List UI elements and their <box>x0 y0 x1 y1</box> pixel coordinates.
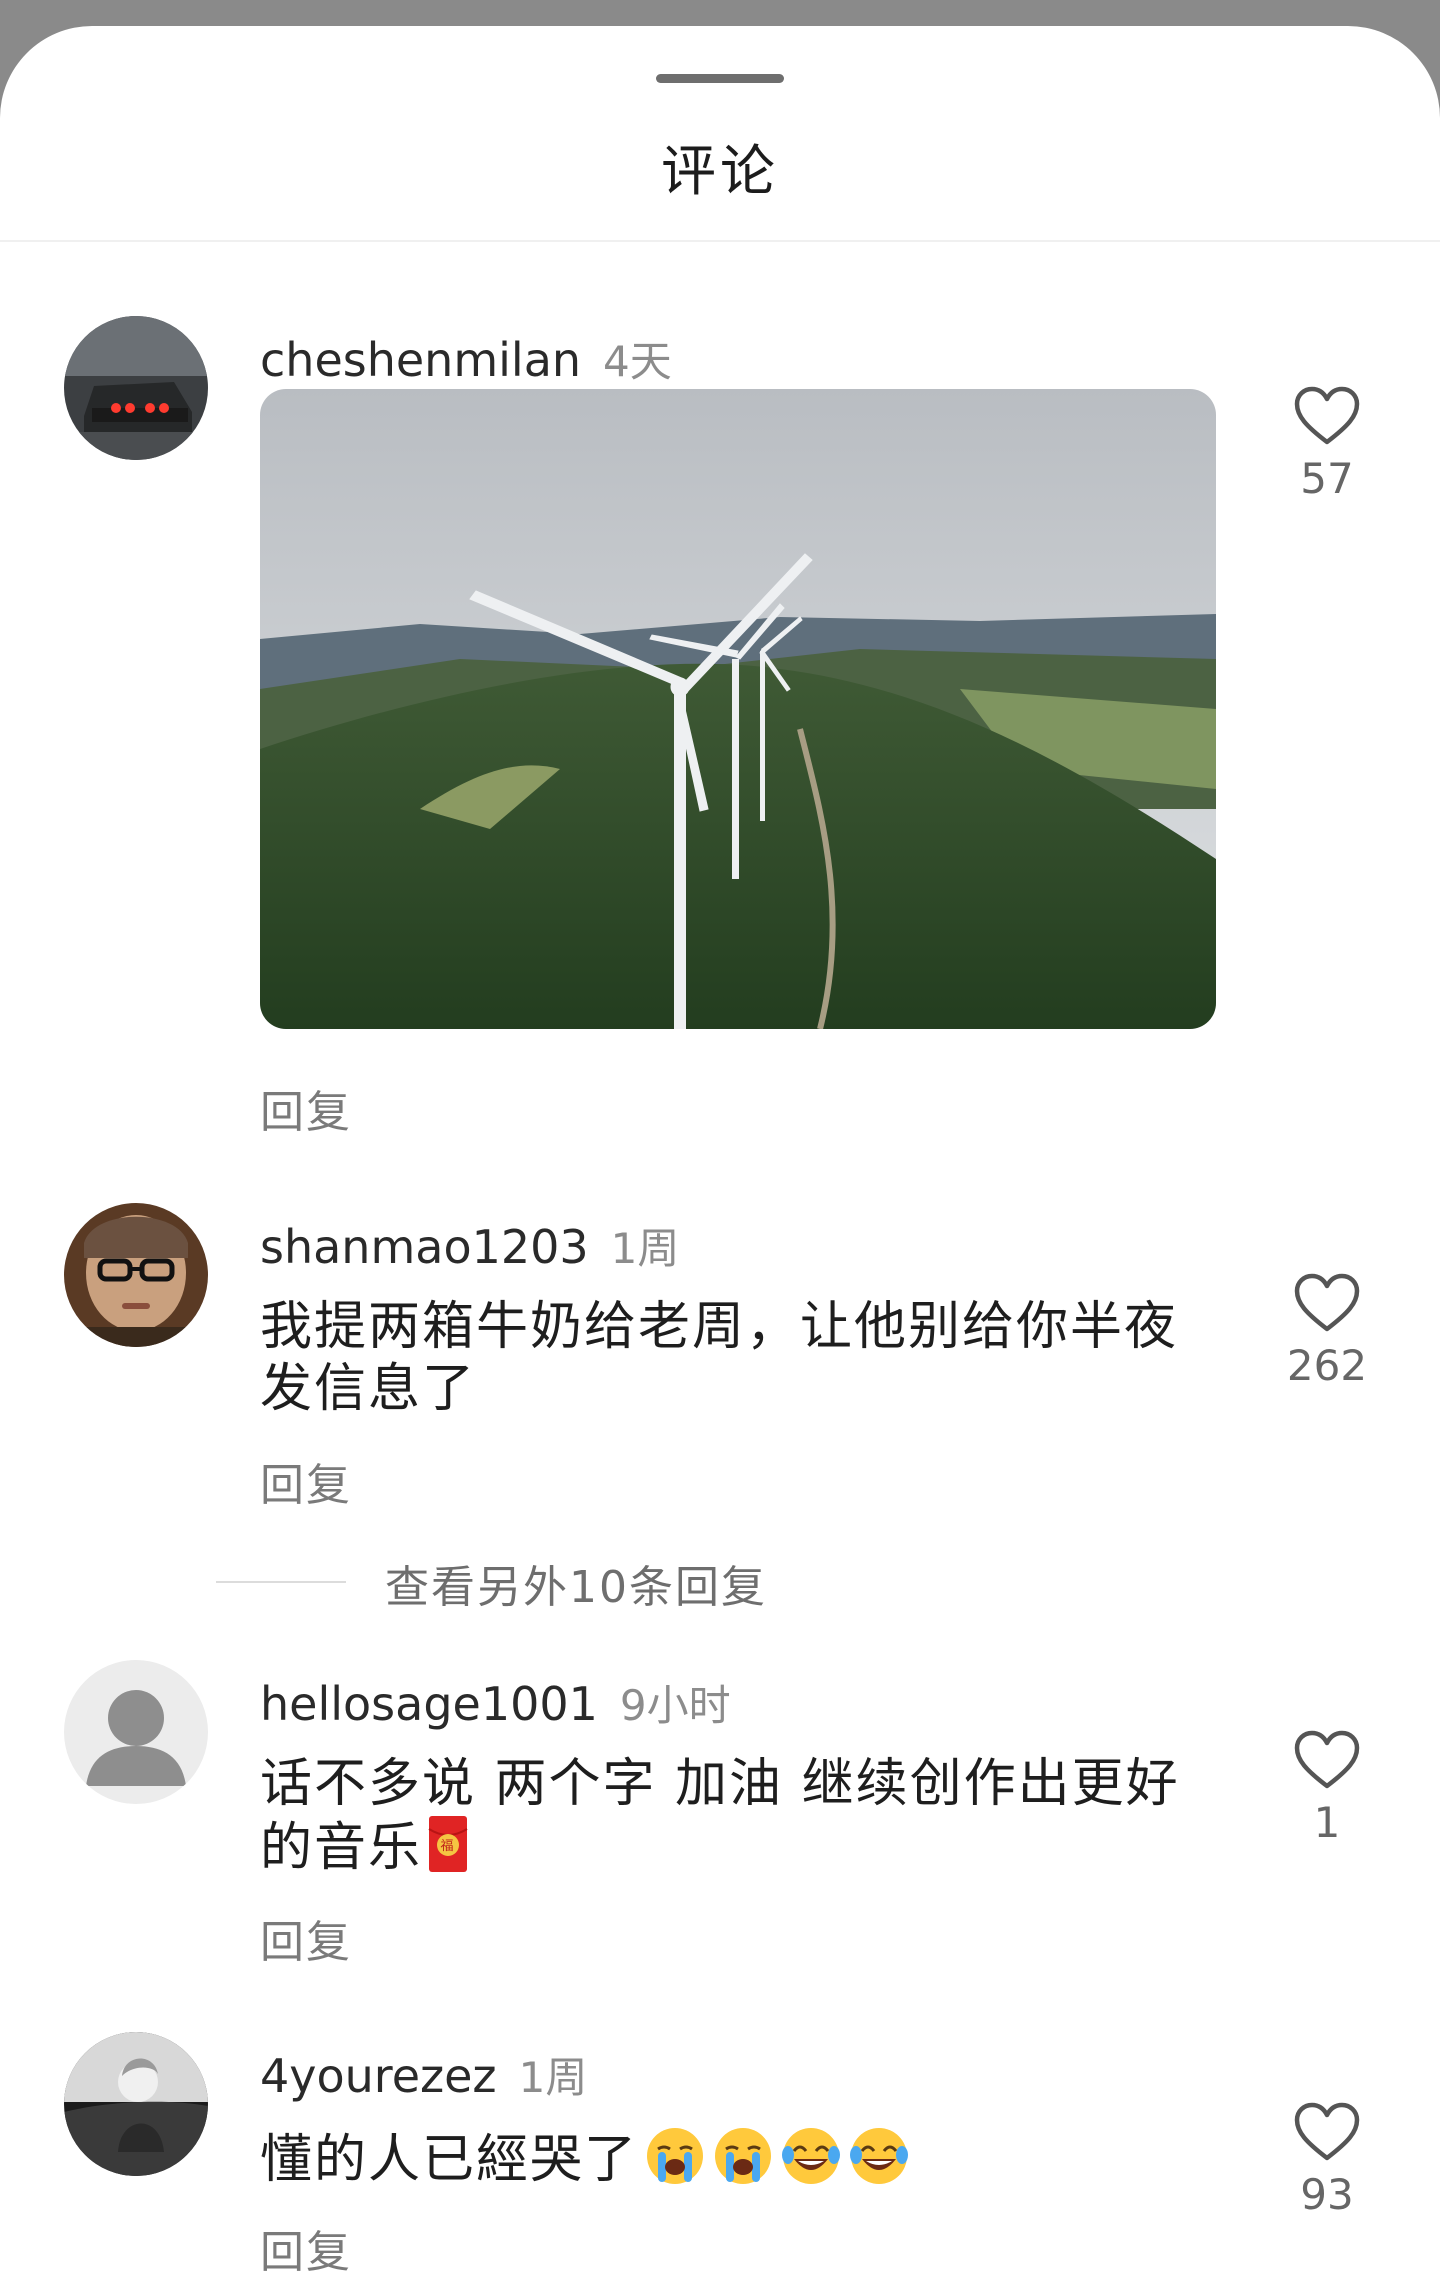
username[interactable]: shanmao1203 <box>260 1220 589 1274</box>
sheet-title: 评论 <box>660 139 779 203</box>
username[interactable]: cheshenmilan <box>260 333 581 387</box>
reply-button[interactable]: 回复 <box>260 1449 352 1513</box>
avatar[interactable] <box>64 2032 208 2176</box>
comment-text-line: 懂的人已經哭了 <box>260 2130 639 2190</box>
default-avatar-icon <box>64 1660 208 1804</box>
loudly-crying-face-emoji <box>712 2125 774 2201</box>
comment-text: 我提两箱牛奶给老周，让他别给你半夜 发信息了 <box>260 1296 1220 1420</box>
more-replies-divider <box>216 1581 346 1583</box>
svg-text:福: 福 <box>441 1839 456 1854</box>
person-avatar-icon <box>64 1203 208 1347</box>
like-button[interactable]: 262 <box>1270 1273 1384 1390</box>
tears-of-joy-emoji <box>848 2125 910 2201</box>
reply-button[interactable]: 回复 <box>260 1906 352 1970</box>
view-more-replies-button[interactable]: 查看另外10条回复 <box>385 1551 767 1615</box>
like-button[interactable]: 1 <box>1270 1730 1384 1847</box>
heart-outline-icon <box>1294 1273 1360 1332</box>
like-count: 57 <box>1300 454 1354 503</box>
comments-sheet: 评论 cheshenmilan 4天 回复 57 shanmao1203 1周 … <box>0 26 1440 2296</box>
tears-of-joy-emoji <box>780 2125 842 2201</box>
reply-button[interactable]: 回复 <box>260 1076 352 1140</box>
wind-turbine-photo <box>260 389 1216 1029</box>
username[interactable]: 4yourezez <box>260 2049 497 2103</box>
red-envelope-emoji: 福 <box>428 1815 468 1887</box>
username[interactable]: hellosage1001 <box>260 1677 598 1731</box>
monochrome-avatar-icon <box>64 2032 208 2176</box>
comment-text-line: 话不多说 两个字 加油 继续创作出更好 <box>260 1754 1180 1814</box>
timestamp: 1周 <box>610 1224 680 1273</box>
drag-handle[interactable] <box>656 74 784 83</box>
timestamp: 9小时 <box>619 1681 731 1730</box>
heart-outline-icon <box>1294 2102 1360 2161</box>
header-divider <box>0 240 1440 242</box>
heart-outline-icon <box>1294 1730 1360 1789</box>
comment-text-line: 我提两箱牛奶给老周，让他别给你半夜 <box>260 1297 1179 1357</box>
like-button[interactable]: 57 <box>1270 386 1384 503</box>
comment-text-line: 的音乐 <box>260 1818 423 1878</box>
comment-header: cheshenmilan 4天 <box>260 328 672 388</box>
like-count: 1 <box>1313 1798 1341 1847</box>
heart-outline-icon <box>1294 386 1360 445</box>
car-avatar-icon <box>64 316 208 460</box>
comment-image[interactable] <box>260 389 1216 1029</box>
timestamp: 4天 <box>603 337 672 386</box>
avatar[interactable] <box>64 316 208 460</box>
comment-text-line-wrap: 的音乐 福 <box>260 1815 1220 1887</box>
comment-text: 懂的人已經哭了 <box>260 2125 1220 2201</box>
reply-button[interactable]: 回复 <box>260 2216 352 2280</box>
comment-text: 话不多说 两个字 加油 继续创作出更好 的音乐 福 <box>260 1753 1220 1887</box>
comment-header: 4yourezez 1周 <box>260 2044 587 2104</box>
comment-header: hellosage1001 9小时 <box>260 1672 731 1732</box>
timestamp: 1周 <box>518 2053 588 2102</box>
loudly-crying-face-emoji <box>644 2125 706 2201</box>
comment-header: shanmao1203 1周 <box>260 1215 679 1275</box>
like-count: 262 <box>1286 1341 1368 1390</box>
like-count: 93 <box>1300 2170 1354 2219</box>
comment-text-line: 发信息了 <box>260 1359 477 1419</box>
like-button[interactable]: 93 <box>1270 2102 1384 2219</box>
avatar[interactable] <box>64 1203 208 1347</box>
avatar[interactable] <box>64 1660 208 1804</box>
